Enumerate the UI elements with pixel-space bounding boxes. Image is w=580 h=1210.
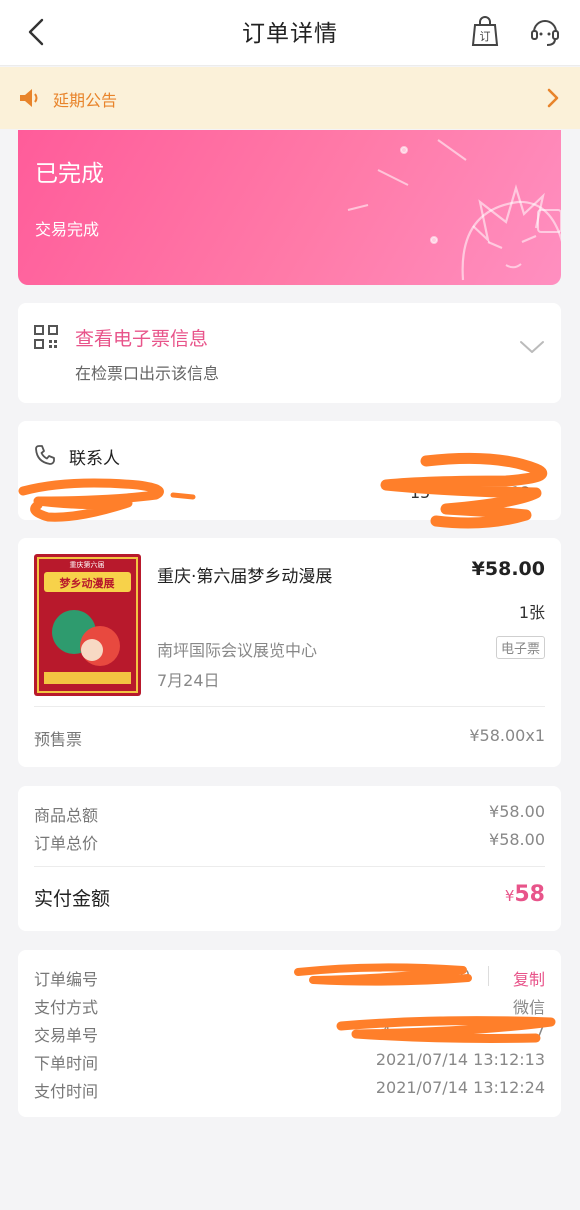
price-summary-card: 商品总额 ¥58.00 订单总价 ¥58.00 实付金额 ¥58 xyxy=(18,786,561,931)
copy-button[interactable]: 复制 xyxy=(513,966,545,990)
divider xyxy=(34,706,545,707)
ticket-type: 预售票 xyxy=(34,730,83,749)
order-total-value: ¥58.00 xyxy=(489,830,545,849)
poster-top-text: 重庆第六届 xyxy=(70,560,105,569)
pay-method-value: 微信 xyxy=(512,998,545,1017)
eticket-title[interactable]: 查看电子票信息 xyxy=(75,324,208,351)
eticket-subtitle: 在检票口出示该信息 xyxy=(75,364,220,383)
top-nav-bar: 订单详情 订 xyxy=(0,0,580,66)
eticket-card[interactable]: 查看电子票信息 在检票口出示该信息 xyxy=(18,303,561,403)
contact-phone-start: 15 xyxy=(410,483,431,502)
paid-amount-number: 58 xyxy=(514,882,545,907)
order-number-tail: 0 xyxy=(459,966,470,985)
product-venue: 南坪国际会议展览中心 xyxy=(157,641,318,660)
ticket-price-line: ¥58.00x1 xyxy=(469,726,545,745)
product-quantity: 1张 xyxy=(518,603,545,622)
pay-time-label: 支付时间 xyxy=(34,1082,99,1101)
order-number-label: 订单编号 xyxy=(34,970,99,989)
status-subtitle: 交易完成 xyxy=(35,220,100,239)
product-date: 7月24日 xyxy=(157,671,220,690)
order-status-banner: 已完成 交易完成 xyxy=(18,130,561,285)
pay-method-label: 支付方式 xyxy=(34,998,99,1017)
order-total-label: 订单总价 xyxy=(34,834,99,853)
chevron-down-icon[interactable] xyxy=(519,339,545,355)
contact-card: 联系人 15 13 xyxy=(18,421,561,529)
product-name[interactable]: 重庆·第六届梦乡动漫展 xyxy=(157,562,332,587)
eticket-tag: 电子票 xyxy=(495,636,545,659)
paid-amount-value: ¥58 xyxy=(505,882,545,907)
product-card[interactable]: 重庆第六届 梦乡动漫展 重庆·第六届梦乡动漫展 ¥58.00 1张 南坪国际会议… xyxy=(18,538,561,767)
product-price: ¥58.00 xyxy=(471,558,545,580)
divider xyxy=(34,866,545,867)
contact-phone-end: 13 xyxy=(510,483,531,502)
currency-symbol: ¥ xyxy=(504,887,515,905)
order-info-card: 订单编号 0 复制 支付方式 微信 交易单号 4 7 下单时间 2021/07/… xyxy=(18,950,561,1117)
svg-text:订: 订 xyxy=(480,30,491,43)
event-poster: 重庆第六届 梦乡动漫展 xyxy=(34,554,141,696)
trade-number-tail: 7 xyxy=(534,1022,545,1041)
contact-label: 联系人 xyxy=(69,449,120,469)
trade-number-head: 4 xyxy=(380,1022,391,1041)
shopping-bag-icon[interactable]: 订 xyxy=(468,14,502,48)
status-title: 已完成 xyxy=(35,161,104,187)
speaker-icon xyxy=(20,89,38,107)
pay-time-value: 2021/07/14 13:12:24 xyxy=(375,1078,545,1097)
customer-service-icon[interactable] xyxy=(528,14,562,48)
redaction-scribble xyxy=(18,478,196,522)
phone-icon xyxy=(35,445,55,465)
order-time-value: 2021/07/14 13:12:13 xyxy=(375,1050,545,1069)
goods-total-label: 商品总额 xyxy=(34,806,99,825)
poster-title: 梦乡动漫展 xyxy=(60,576,116,590)
goods-total-value: ¥58.00 xyxy=(489,802,545,821)
announcement-text: 延期公告 xyxy=(53,91,118,110)
divider xyxy=(488,966,489,986)
announcement-bar[interactable]: 延期公告 xyxy=(0,67,580,129)
chevron-right-icon[interactable] xyxy=(546,87,560,109)
redaction-scribble xyxy=(336,1016,556,1043)
qr-code-icon xyxy=(34,325,58,349)
paid-amount-label: 实付金额 xyxy=(34,888,111,910)
order-time-label: 下单时间 xyxy=(34,1054,99,1073)
contact-phone: 15 13 xyxy=(410,483,531,502)
trade-number-label: 交易单号 xyxy=(34,1026,99,1045)
